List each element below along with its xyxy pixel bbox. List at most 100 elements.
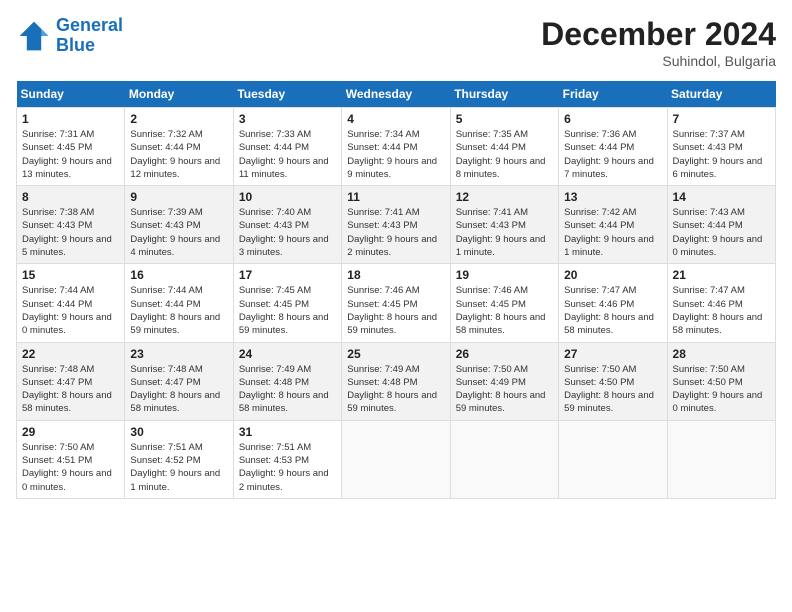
title-block: December 2024 Suhindol, Bulgaria (541, 16, 776, 69)
logo: General Blue (16, 16, 123, 56)
day-number: 4 (347, 112, 444, 126)
weekday-header-monday: Monday (125, 81, 233, 108)
calendar-cell: 29 Sunrise: 7:50 AM Sunset: 4:51 PM Dayli… (17, 420, 125, 498)
day-info: Sunrise: 7:38 AM Sunset: 4:43 PM Dayligh… (22, 206, 119, 259)
day-info: Sunrise: 7:37 AM Sunset: 4:43 PM Dayligh… (673, 128, 770, 181)
calendar-cell: 31Sunrise: 7:51 AM Sunset: 4:53 PM Dayli… (233, 420, 341, 498)
calendar-cell: 6 Sunrise: 7:36 AM Sunset: 4:44 PM Daylig… (559, 108, 667, 186)
calendar-cell: 11 Sunrise: 7:41 AM Sunset: 4:43 PM Dayli… (342, 186, 450, 264)
calendar-cell: 9 Sunrise: 7:39 AM Sunset: 4:43 PM Daylig… (125, 186, 233, 264)
calendar-cell: 3Sunrise: 7:33 AM Sunset: 4:44 PM Daylig… (233, 108, 341, 186)
calendar-cell: 12 Sunrise: 7:41 AM Sunset: 4:43 PM Dayli… (450, 186, 558, 264)
day-info: Sunrise: 7:49 AM Sunset: 4:48 PM Dayligh… (347, 363, 444, 416)
day-number: 25 (347, 347, 444, 361)
calendar-cell: 17 Sunrise: 7:45 AM Sunset: 4:45 PM Dayli… (233, 264, 341, 342)
day-info: Sunrise: 7:50 AM Sunset: 4:51 PM Dayligh… (22, 441, 119, 494)
calendar-cell: 1Sunrise: 7:31 AM Sunset: 4:45 PM Daylig… (17, 108, 125, 186)
day-number: 30 (130, 425, 227, 439)
weekday-header-thursday: Thursday (450, 81, 558, 108)
day-info: Sunrise: 7:32 AM Sunset: 4:44 PM Dayligh… (130, 128, 227, 181)
calendar-cell (559, 420, 667, 498)
day-number: 12 (456, 190, 553, 204)
day-info: Sunrise: 7:44 AM Sunset: 4:44 PM Dayligh… (22, 284, 119, 337)
calendar-week-row: 1Sunrise: 7:31 AM Sunset: 4:45 PM Daylig… (17, 108, 776, 186)
day-info: Sunrise: 7:47 AM Sunset: 4:46 PM Dayligh… (673, 284, 770, 337)
day-info: Sunrise: 7:48 AM Sunset: 4:47 PM Dayligh… (130, 363, 227, 416)
day-number: 19 (456, 268, 553, 282)
day-number: 2 (130, 112, 227, 126)
day-info: Sunrise: 7:41 AM Sunset: 4:43 PM Dayligh… (347, 206, 444, 259)
day-number: 8 (22, 190, 119, 204)
weekday-header-friday: Friday (559, 81, 667, 108)
day-number: 23 (130, 347, 227, 361)
day-number: 26 (456, 347, 553, 361)
day-number: 17 (239, 268, 336, 282)
day-info: Sunrise: 7:46 AM Sunset: 4:45 PM Dayligh… (456, 284, 553, 337)
calendar-cell: 22Sunrise: 7:48 AM Sunset: 4:47 PM Dayli… (17, 342, 125, 420)
location-subtitle: Suhindol, Bulgaria (541, 53, 776, 69)
day-number: 14 (673, 190, 770, 204)
day-number: 24 (239, 347, 336, 361)
day-number: 13 (564, 190, 661, 204)
calendar-cell: 14 Sunrise: 7:43 AM Sunset: 4:44 PM Dayli… (667, 186, 775, 264)
day-number: 5 (456, 112, 553, 126)
day-number: 9 (130, 190, 227, 204)
calendar-cell: 21 Sunrise: 7:47 AM Sunset: 4:46 PM Dayli… (667, 264, 775, 342)
weekday-header-wednesday: Wednesday (342, 81, 450, 108)
calendar-cell: 20 Sunrise: 7:47 AM Sunset: 4:46 PM Dayli… (559, 264, 667, 342)
day-info: Sunrise: 7:50 AM Sunset: 4:50 PM Dayligh… (673, 363, 770, 416)
day-info: Sunrise: 7:44 AM Sunset: 4:44 PM Dayligh… (130, 284, 227, 337)
calendar-week-row: 8 Sunrise: 7:38 AM Sunset: 4:43 PM Daylig… (17, 186, 776, 264)
calendar-cell: 25 Sunrise: 7:49 AM Sunset: 4:48 PM Dayli… (342, 342, 450, 420)
day-info: Sunrise: 7:50 AM Sunset: 4:49 PM Dayligh… (456, 363, 553, 416)
calendar-cell: 19 Sunrise: 7:46 AM Sunset: 4:45 PM Dayli… (450, 264, 558, 342)
day-number: 6 (564, 112, 661, 126)
day-number: 7 (673, 112, 770, 126)
weekday-header-row: SundayMondayTuesdayWednesdayThursdayFrid… (17, 81, 776, 108)
calendar-cell: 28 Sunrise: 7:50 AM Sunset: 4:50 PM Dayli… (667, 342, 775, 420)
day-info: Sunrise: 7:51 AM Sunset: 4:52 PM Dayligh… (130, 441, 227, 494)
calendar-cell: 8 Sunrise: 7:38 AM Sunset: 4:43 PM Daylig… (17, 186, 125, 264)
day-info: Sunrise: 7:39 AM Sunset: 4:43 PM Dayligh… (130, 206, 227, 259)
calendar-cell: 18Sunrise: 7:46 AM Sunset: 4:45 PM Dayli… (342, 264, 450, 342)
calendar-cell (450, 420, 558, 498)
day-info: Sunrise: 7:43 AM Sunset: 4:44 PM Dayligh… (673, 206, 770, 259)
day-info: Sunrise: 7:50 AM Sunset: 4:50 PM Dayligh… (564, 363, 661, 416)
calendar-cell: 24 Sunrise: 7:49 AM Sunset: 4:48 PM Dayli… (233, 342, 341, 420)
calendar-cell: 7 Sunrise: 7:37 AM Sunset: 4:43 PM Daylig… (667, 108, 775, 186)
day-number: 20 (564, 268, 661, 282)
day-info: Sunrise: 7:46 AM Sunset: 4:45 PM Dayligh… (347, 284, 444, 337)
day-number: 29 (22, 425, 119, 439)
page-header: General Blue December 2024 Suhindol, Bul… (16, 16, 776, 69)
calendar-cell (342, 420, 450, 498)
calendar-cell: 4Sunrise: 7:34 AM Sunset: 4:44 PM Daylig… (342, 108, 450, 186)
day-number: 11 (347, 190, 444, 204)
day-info: Sunrise: 7:35 AM Sunset: 4:44 PM Dayligh… (456, 128, 553, 181)
calendar-cell: 15 Sunrise: 7:44 AM Sunset: 4:44 PM Dayli… (17, 264, 125, 342)
calendar-cell: 16Sunrise: 7:44 AM Sunset: 4:44 PM Dayli… (125, 264, 233, 342)
calendar-cell: 13Sunrise: 7:42 AM Sunset: 4:44 PM Dayli… (559, 186, 667, 264)
day-number: 22 (22, 347, 119, 361)
calendar-cell (667, 420, 775, 498)
day-info: Sunrise: 7:49 AM Sunset: 4:48 PM Dayligh… (239, 363, 336, 416)
day-number: 27 (564, 347, 661, 361)
month-title: December 2024 (541, 16, 776, 53)
day-number: 10 (239, 190, 336, 204)
calendar-cell: 23 Sunrise: 7:48 AM Sunset: 4:47 PM Dayli… (125, 342, 233, 420)
day-info: Sunrise: 7:41 AM Sunset: 4:43 PM Dayligh… (456, 206, 553, 259)
calendar-cell: 26 Sunrise: 7:50 AM Sunset: 4:49 PM Dayli… (450, 342, 558, 420)
day-info: Sunrise: 7:31 AM Sunset: 4:45 PM Dayligh… (22, 128, 119, 181)
weekday-header-saturday: Saturday (667, 81, 775, 108)
calendar-cell: 10Sunrise: 7:40 AM Sunset: 4:43 PM Dayli… (233, 186, 341, 264)
day-number: 21 (673, 268, 770, 282)
day-number: 3 (239, 112, 336, 126)
day-info: Sunrise: 7:36 AM Sunset: 4:44 PM Dayligh… (564, 128, 661, 181)
day-info: Sunrise: 7:45 AM Sunset: 4:45 PM Dayligh… (239, 284, 336, 337)
weekday-header-sunday: Sunday (17, 81, 125, 108)
calendar-cell: 27 Sunrise: 7:50 AM Sunset: 4:50 PM Dayli… (559, 342, 667, 420)
day-number: 28 (673, 347, 770, 361)
day-info: Sunrise: 7:47 AM Sunset: 4:46 PM Dayligh… (564, 284, 661, 337)
weekday-header-tuesday: Tuesday (233, 81, 341, 108)
day-number: 15 (22, 268, 119, 282)
day-info: Sunrise: 7:51 AM Sunset: 4:53 PM Dayligh… (239, 441, 336, 494)
